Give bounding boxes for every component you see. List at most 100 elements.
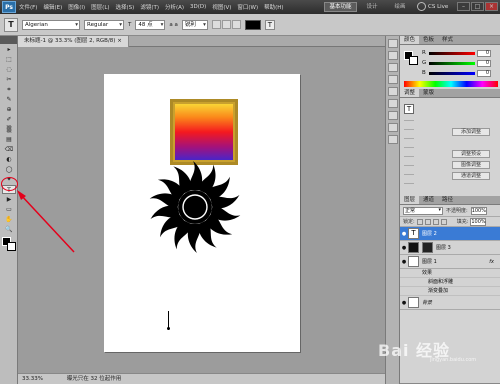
color-swatches[interactable] bbox=[2, 237, 16, 251]
layer-row-text[interactable]: ● T 图层 2 bbox=[400, 227, 500, 241]
color-panel-swatches[interactable] bbox=[404, 51, 418, 65]
layer-effects-icon[interactable]: fx bbox=[489, 259, 494, 265]
layer-row-background[interactable]: ● 背景 bbox=[400, 296, 500, 310]
menu-file[interactable]: 文件(F) bbox=[16, 3, 40, 11]
cs-live-button[interactable]: CS Live bbox=[417, 1, 448, 13]
align-right-icon[interactable] bbox=[231, 20, 241, 29]
workspace-basic-button[interactable]: 基本功能 bbox=[324, 2, 357, 12]
menu-window[interactable]: 窗口(W) bbox=[234, 3, 261, 11]
history-panel-icon[interactable] bbox=[388, 39, 398, 48]
path-selection-tool[interactable]: ▶ bbox=[2, 195, 16, 204]
adjustment-button-1[interactable]: 添加调整 bbox=[452, 128, 490, 136]
menu-3d[interactable]: 3D(D) bbox=[187, 4, 209, 10]
menu-view[interactable]: 视图(V) bbox=[209, 3, 234, 11]
slice-tool[interactable]: ⌗ bbox=[2, 85, 16, 94]
crop-tool[interactable]: ✂ bbox=[2, 75, 16, 84]
tab-adjustments[interactable]: 调整 bbox=[400, 89, 420, 97]
effect-gradient-overlay[interactable]: 渐变叠加 bbox=[400, 287, 500, 296]
zoom-tool[interactable]: 🔍 bbox=[2, 225, 16, 234]
navigator-panel-icon[interactable] bbox=[388, 75, 398, 84]
font-style-select[interactable]: Regular bbox=[84, 19, 124, 30]
paragraph-panel-icon[interactable] bbox=[388, 123, 398, 132]
tools-panel-header[interactable] bbox=[0, 36, 17, 44]
shape-tool[interactable]: ▭ bbox=[2, 205, 16, 214]
text-tool-preset-icon[interactable]: T bbox=[4, 17, 18, 32]
actions-panel-icon[interactable] bbox=[388, 51, 398, 60]
eye-icon[interactable]: ● bbox=[400, 231, 408, 237]
color-panel-background[interactable] bbox=[409, 56, 418, 65]
warp-text-icon[interactable]: T bbox=[264, 19, 275, 30]
workspace-design-button[interactable]: 设计 bbox=[358, 2, 386, 12]
tab-swatches[interactable]: 色板 bbox=[419, 36, 438, 44]
clone-source-panel-icon[interactable] bbox=[388, 99, 398, 108]
eraser-tool[interactable]: ⌫ bbox=[2, 145, 16, 154]
color-spectrum[interactable] bbox=[404, 81, 498, 87]
brush-panel-icon[interactable] bbox=[388, 87, 398, 96]
red-value[interactable]: 0 bbox=[477, 49, 491, 57]
document-canvas[interactable] bbox=[104, 74, 300, 352]
fill-input[interactable]: 100% bbox=[470, 217, 487, 226]
canvas-area[interactable] bbox=[18, 47, 385, 373]
dodge-tool[interactable]: ◐ bbox=[2, 155, 16, 164]
text-color-swatch[interactable] bbox=[244, 19, 261, 30]
tab-masks[interactable]: 蒙版 bbox=[419, 89, 438, 97]
layer-name[interactable]: 背景 bbox=[422, 299, 432, 306]
maximize-button[interactable]: □ bbox=[471, 2, 484, 11]
close-button[interactable]: × bbox=[485, 2, 498, 11]
blue-slider[interactable] bbox=[429, 71, 475, 75]
align-left-icon[interactable] bbox=[211, 20, 221, 29]
lasso-tool[interactable]: ◌ bbox=[2, 65, 16, 74]
marquee-tool[interactable]: ⬚ bbox=[2, 55, 16, 64]
info-panel-icon[interactable] bbox=[388, 63, 398, 72]
lock-pixels-icon[interactable] bbox=[424, 218, 431, 225]
red-slider[interactable] bbox=[429, 51, 475, 55]
blue-value[interactable]: 0 bbox=[477, 69, 491, 77]
layer-name[interactable]: 图层 3 bbox=[436, 244, 451, 251]
adjustment-button-2[interactable]: 调整预设 bbox=[452, 150, 490, 158]
layer-name[interactable]: 图层 2 bbox=[422, 230, 437, 237]
tab-styles[interactable]: 样式 bbox=[438, 36, 457, 44]
effects-header[interactable]: 效果 bbox=[400, 269, 500, 278]
adjustment-button-3[interactable]: 图像调整 bbox=[452, 161, 490, 169]
tool-presets-panel-icon[interactable] bbox=[388, 135, 398, 144]
blend-mode-select[interactable]: 正常 bbox=[403, 206, 443, 215]
document-tab[interactable]: 未标题-1 @ 33.3% (图层 2, RGB/8) × bbox=[18, 36, 129, 47]
healing-tool[interactable]: ⊕ bbox=[2, 105, 16, 114]
align-center-icon[interactable] bbox=[221, 20, 231, 29]
gradient-tool[interactable]: ▤ bbox=[2, 135, 16, 144]
lock-transparent-icon[interactable] bbox=[416, 218, 423, 225]
tab-color[interactable]: 颜色 bbox=[400, 36, 420, 44]
eye-icon[interactable]: ● bbox=[400, 300, 408, 306]
menu-select[interactable]: 选择(S) bbox=[113, 3, 138, 11]
lock-all-icon[interactable] bbox=[440, 218, 447, 225]
menu-edit[interactable]: 编辑(E) bbox=[40, 3, 65, 11]
background-color[interactable] bbox=[7, 242, 16, 251]
character-panel-icon[interactable] bbox=[388, 111, 398, 120]
layer-name[interactable]: 图层 1 bbox=[422, 258, 437, 265]
minimize-button[interactable]: – bbox=[457, 2, 470, 11]
move-tool[interactable]: ▸ bbox=[2, 45, 16, 54]
antialias-select[interactable]: 锐利 bbox=[181, 19, 208, 30]
hand-tool[interactable]: ✋ bbox=[2, 215, 16, 224]
menu-filter[interactable]: 滤镜(T) bbox=[137, 3, 162, 11]
opacity-input[interactable]: 100% bbox=[470, 206, 487, 215]
history-brush-tool[interactable]: ▒ bbox=[2, 125, 16, 134]
zoom-level[interactable]: 33.33% bbox=[22, 376, 43, 382]
workspace-paint-button[interactable]: 绘画 bbox=[386, 2, 414, 12]
menu-help[interactable]: 帮助(H) bbox=[261, 3, 286, 11]
layer-row-gradient[interactable]: ● 图层 1 fx bbox=[400, 255, 500, 269]
adjustment-button-4[interactable]: 通道调整 bbox=[452, 172, 490, 180]
lock-position-icon[interactable] bbox=[432, 218, 439, 225]
font-size-select[interactable]: 48 点 bbox=[135, 19, 166, 30]
menu-analysis[interactable]: 分析(A) bbox=[162, 3, 187, 11]
font-family-select[interactable]: Algerian bbox=[22, 19, 80, 30]
brush-tool[interactable]: ✎ bbox=[2, 95, 16, 104]
effect-bevel-emboss[interactable]: 斜面和浮雕 bbox=[400, 278, 500, 287]
layer-row-sun[interactable]: ● 图层 3 bbox=[400, 241, 500, 255]
eye-icon[interactable]: ● bbox=[400, 245, 408, 251]
green-value[interactable]: 0 bbox=[477, 59, 491, 67]
tab-channels[interactable]: 通道 bbox=[419, 196, 438, 204]
menu-layer[interactable]: 图层(L) bbox=[88, 3, 112, 11]
clone-stamp-tool[interactable]: ✐ bbox=[2, 115, 16, 124]
tab-paths[interactable]: 路径 bbox=[438, 196, 457, 204]
